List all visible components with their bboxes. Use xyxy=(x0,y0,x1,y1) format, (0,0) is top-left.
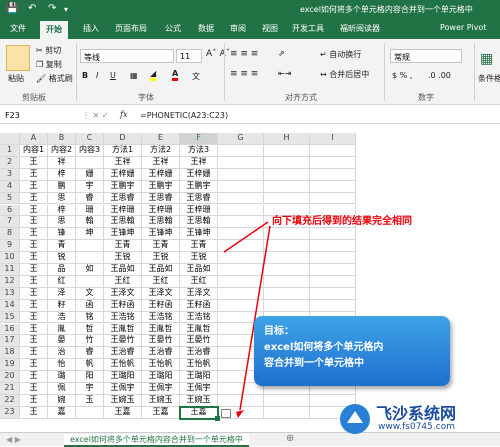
add-sheet-icon[interactable]: ⊕ xyxy=(286,433,294,444)
sheet-tab-active[interactable]: excel如何将多个单元格内容合并到一个单元格中 xyxy=(64,434,249,447)
target-box: 目标： excel如何将多个单元格内 容合并到一个单元格中 xyxy=(254,316,450,386)
watermark: 飞沙系统网 www.fs0745.com xyxy=(336,400,496,440)
arrow-head xyxy=(236,410,244,418)
arrow-line xyxy=(223,221,269,253)
target-line: 目标： xyxy=(264,326,294,337)
watermark-name: 飞沙系统网 xyxy=(376,404,457,423)
sheet-nav-icon[interactable]: ◀ ▶ xyxy=(6,435,21,444)
target-line: 容合并到一个单元格中 xyxy=(264,358,364,369)
watermark-url: www.fs0745.com xyxy=(378,422,455,432)
target-line: excel如何将多个单元格内 xyxy=(264,342,384,353)
watermark-logo-icon xyxy=(340,404,370,434)
